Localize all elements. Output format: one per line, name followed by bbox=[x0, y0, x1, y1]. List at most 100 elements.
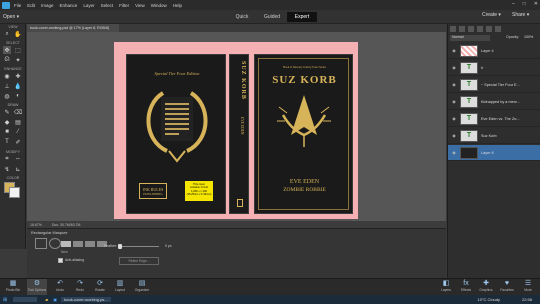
visibility-eye-icon[interactable]: ◉ bbox=[451, 82, 457, 87]
winged-emblem-icon bbox=[277, 95, 331, 147]
gradient-tool-icon[interactable]: ▤ bbox=[14, 118, 22, 126]
opacity-value[interactable]: 100% bbox=[524, 35, 533, 39]
refine-edge-button[interactable]: Refine Edge... bbox=[119, 257, 159, 265]
feather-value[interactable]: 0 px bbox=[165, 244, 172, 248]
content-move-icon[interactable]: ↯ bbox=[3, 165, 11, 173]
marquee-ellipse-icon[interactable] bbox=[49, 238, 61, 249]
clock[interactable]: 22:58 bbox=[522, 297, 532, 302]
minimize-icon[interactable]: – bbox=[512, 1, 515, 7]
visibility-eye-icon[interactable]: ◉ bbox=[451, 99, 457, 104]
document-tab[interactable]: book-cover-working.psd @ 17% (Layer 8, R… bbox=[27, 24, 119, 32]
pencil-tool-icon[interactable]: ✐ bbox=[14, 138, 22, 146]
new-layer-icon[interactable] bbox=[450, 26, 456, 32]
brush-tool-icon[interactable]: ✎ bbox=[3, 108, 11, 116]
type-tool-icon[interactable]: T bbox=[3, 138, 11, 146]
hand-tool-icon[interactable]: ✋ bbox=[14, 30, 22, 38]
start-menu-icon[interactable]: ⊞ bbox=[3, 297, 7, 303]
visibility-eye-icon[interactable]: ◉ bbox=[451, 65, 457, 70]
antialias-checkbox[interactable] bbox=[58, 258, 63, 263]
effects-button[interactable]: fx Effects bbox=[456, 279, 476, 295]
menu-enhance[interactable]: Enhance bbox=[60, 3, 78, 8]
graphics-button[interactable]: ✚ Graphics bbox=[476, 279, 496, 295]
shape-tool-icon[interactable]: ■ bbox=[3, 128, 11, 136]
new-selection-icon[interactable] bbox=[61, 241, 71, 247]
menu-window[interactable]: Window bbox=[151, 3, 167, 8]
undo-button[interactable]: ↶ Undo bbox=[50, 279, 70, 295]
layout-button[interactable]: ▥ Layout bbox=[110, 279, 130, 295]
marquee-tool-icon[interactable]: ⬚ bbox=[14, 46, 22, 54]
eraser-tool-icon[interactable]: ⌫ bbox=[14, 108, 22, 116]
maximize-icon[interactable]: □ bbox=[523, 1, 526, 7]
adjustment-layer-icon[interactable] bbox=[468, 26, 474, 32]
photo-bin-button[interactable]: ▦ Photo Bin bbox=[3, 279, 23, 295]
zoom-tool-icon[interactable]: ⌕ bbox=[3, 30, 11, 38]
menu-edit[interactable]: Edit bbox=[27, 3, 35, 8]
paint-bucket-icon[interactable]: ◆ bbox=[3, 118, 11, 126]
redo-button[interactable]: ↷ Redo bbox=[70, 279, 90, 295]
tool-options-button[interactable]: ⚙ Tool Options bbox=[27, 279, 47, 295]
photoshop-elements-taskbar-icon[interactable]: ▣ bbox=[53, 297, 57, 302]
menu-file[interactable]: File bbox=[14, 3, 21, 8]
spot-healing-icon[interactable]: ✚ bbox=[14, 72, 22, 80]
layer-row[interactable]: ◉ T Eve Eden vs. The Zo... bbox=[448, 111, 540, 127]
visibility-eye-icon[interactable]: ◉ bbox=[451, 116, 457, 121]
blur-tool-icon[interactable]: 💧 bbox=[14, 82, 22, 90]
tab-expert[interactable]: Expert bbox=[287, 12, 317, 22]
layer-row[interactable]: ◉ T Ir bbox=[448, 60, 540, 76]
feather-slider-handle[interactable] bbox=[118, 244, 122, 249]
rotate-button[interactable]: ⟳ Rotate bbox=[90, 279, 110, 295]
open-button[interactable]: Open ▾ bbox=[3, 12, 25, 21]
subtract-selection-icon[interactable] bbox=[85, 241, 95, 247]
visibility-eye-icon[interactable]: ◉ bbox=[451, 133, 457, 138]
blend-mode-select[interactable]: Normal bbox=[450, 35, 490, 41]
lock-icon[interactable] bbox=[486, 26, 492, 32]
feather-slider-track[interactable] bbox=[119, 246, 159, 247]
weather-widget[interactable]: 10°C Cloudy bbox=[478, 297, 501, 302]
background-color-swatch[interactable] bbox=[9, 187, 20, 198]
layer-row[interactable]: ◉ T ~ Special Tier Four E... bbox=[448, 77, 540, 93]
delete-layer-icon[interactable] bbox=[495, 26, 501, 32]
tab-guided[interactable]: Guided bbox=[257, 12, 287, 22]
layers-panel-button[interactable]: ◧ Layers bbox=[436, 279, 456, 295]
magic-wand-icon[interactable]: ✦ bbox=[14, 56, 22, 64]
menu-view[interactable]: View bbox=[135, 3, 145, 8]
layer-row[interactable]: ◉ T Suz Korb bbox=[448, 128, 540, 144]
taskbar-search-box[interactable] bbox=[13, 297, 38, 302]
new-group-icon[interactable] bbox=[459, 26, 465, 32]
tool-options-label: Rectangular Marquee bbox=[31, 231, 68, 235]
organizer-button[interactable]: ▤ Organizer bbox=[132, 279, 152, 295]
add-selection-icon[interactable] bbox=[73, 241, 83, 247]
marquee-rect-icon[interactable] bbox=[35, 238, 47, 249]
recompose-tool-icon[interactable]: ⇔ bbox=[14, 155, 22, 163]
visibility-eye-icon[interactable]: ◉ bbox=[451, 48, 457, 53]
move-tool-icon[interactable]: ✥ bbox=[3, 46, 11, 54]
straighten-tool-icon[interactable]: ⊾ bbox=[14, 165, 22, 173]
eyedropper-icon[interactable]: ⁄ bbox=[14, 128, 22, 136]
menu-filter[interactable]: Filter bbox=[119, 3, 129, 8]
zoom-level[interactable]: 16.67% bbox=[30, 223, 42, 227]
share-button[interactable]: Share ▾ bbox=[512, 12, 529, 18]
more-button[interactable]: ☰ More bbox=[518, 279, 538, 295]
menu-select[interactable]: Select bbox=[101, 3, 114, 8]
layer-row[interactable]: ◉ Layer 4 bbox=[448, 43, 540, 59]
layer-row[interactable]: ◉ T Kidnapped by a merc... bbox=[448, 94, 540, 110]
eye-tool-icon[interactable]: ◉ bbox=[3, 72, 11, 80]
tab-quick[interactable]: Quick bbox=[227, 12, 257, 22]
crop-tool-icon[interactable]: ⌗ bbox=[3, 155, 11, 163]
sponge-tool-icon[interactable]: ◍ bbox=[3, 92, 11, 100]
menu-image[interactable]: Image bbox=[41, 3, 54, 8]
layer-row-selected[interactable]: ◉ Layer 8 bbox=[448, 145, 540, 161]
layer-mask-icon[interactable] bbox=[477, 26, 483, 32]
menu-help[interactable]: Help bbox=[173, 3, 182, 8]
close-icon[interactable]: ✕ bbox=[534, 1, 538, 7]
menu-layer[interactable]: Layer bbox=[83, 3, 94, 8]
stamp-tool-icon[interactable]: ⊥ bbox=[3, 82, 11, 90]
lasso-tool-icon[interactable]: ᘏ bbox=[3, 56, 11, 64]
active-window-taskbar-item[interactable]: book-cover-working.ps... bbox=[61, 297, 111, 302]
create-button[interactable]: Create ▾ bbox=[482, 12, 501, 18]
favorites-button[interactable]: ♥ Favorites bbox=[497, 279, 517, 295]
dodge-tool-icon[interactable]: ◐ bbox=[14, 92, 22, 100]
visibility-eye-icon[interactable]: ◉ bbox=[451, 150, 457, 155]
file-explorer-icon[interactable]: ▰ bbox=[45, 297, 48, 302]
tool-options-label-btn: Tool Options bbox=[27, 288, 47, 292]
